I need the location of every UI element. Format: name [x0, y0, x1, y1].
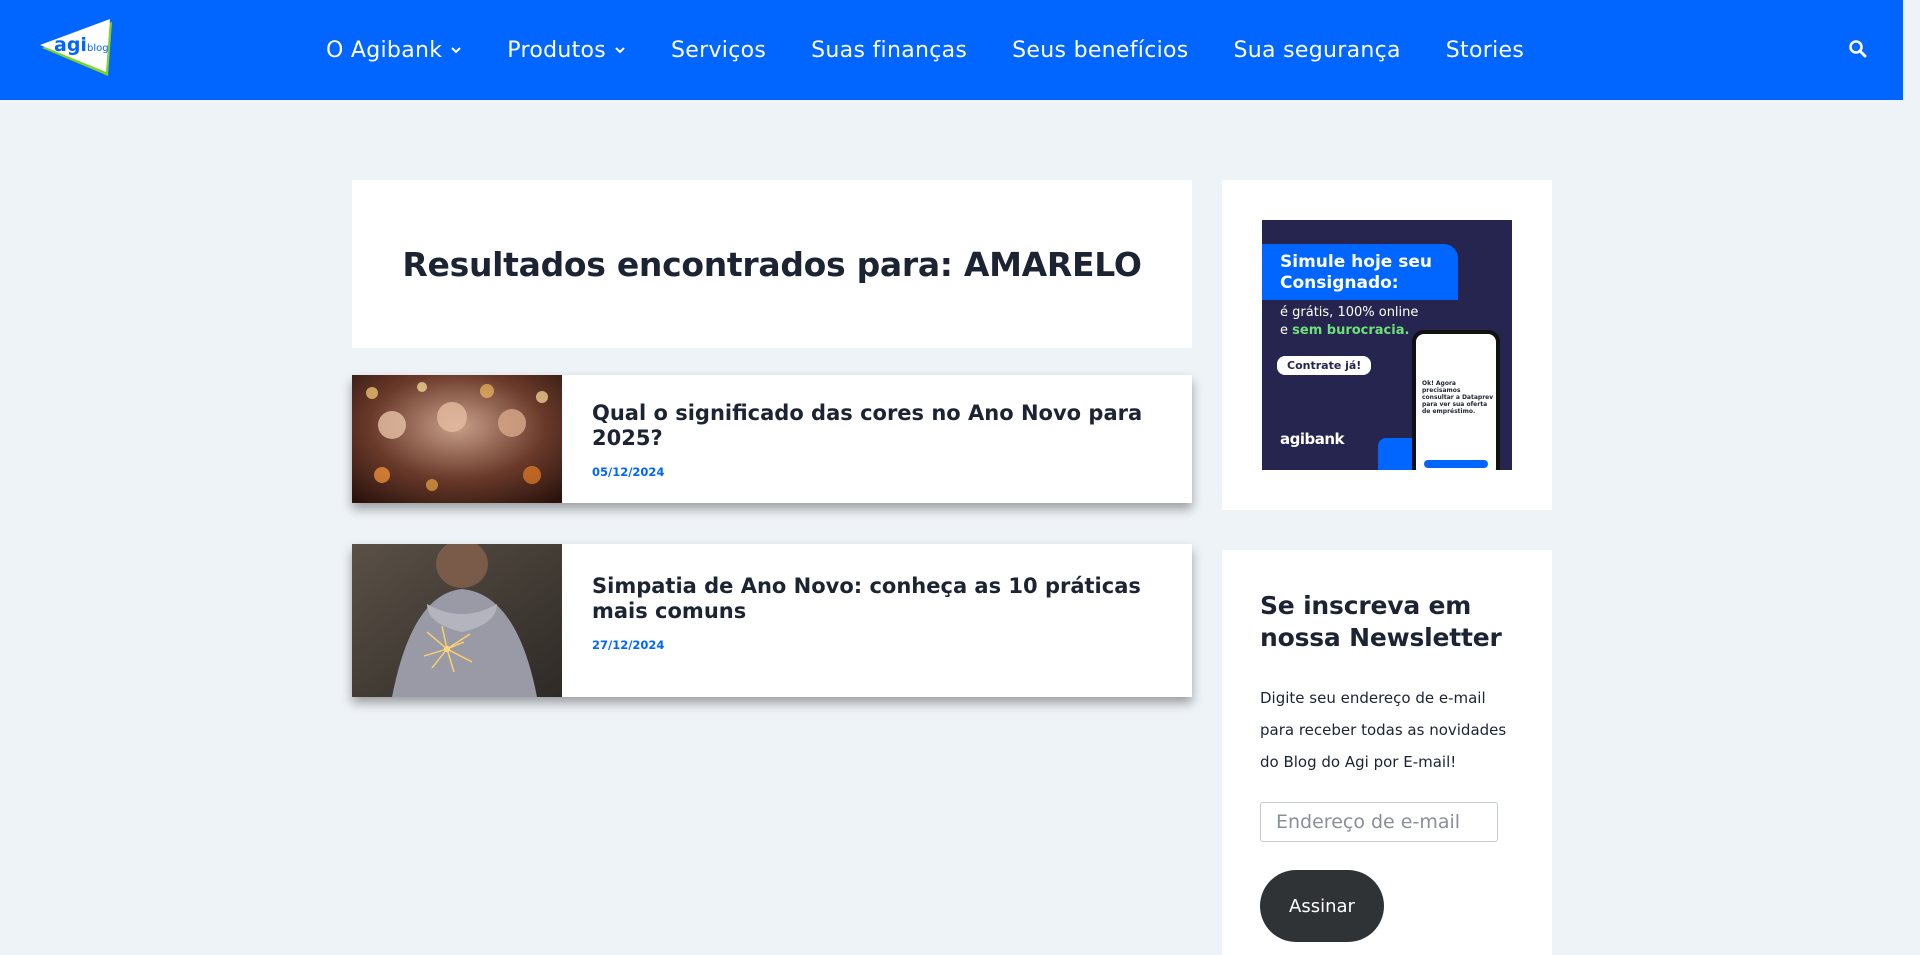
nav-item-sua-seguranca[interactable]: Sua segurança	[1234, 38, 1401, 63]
chevron-down-icon	[615, 47, 625, 54]
nav-item-servicos[interactable]: Serviços	[671, 38, 766, 63]
page-scrollbar-track[interactable]	[1903, 0, 1920, 955]
nav-item-label: Stories	[1445, 37, 1525, 63]
list-item: Simpatia de Ano Novo: conheça as 10 prát…	[352, 544, 1192, 697]
chevron-down-icon	[451, 47, 461, 54]
post-title-link[interactable]: Qual o significado das cores no Ano Novo…	[592, 401, 1162, 451]
nav-item-label: Suas finanças	[811, 37, 968, 63]
post-title-link[interactable]: Simpatia de Ano Novo: conheça as 10 prát…	[592, 574, 1162, 624]
nav-item-label: Produtos	[507, 37, 607, 63]
post-body: Simpatia de Ano Novo: conheça as 10 prát…	[562, 544, 1192, 697]
email-field[interactable]	[1260, 802, 1498, 842]
post-date: 27/12/2024	[592, 638, 665, 652]
main-nav: O Agibank Produtos Serviços Suas finança…	[326, 0, 1569, 100]
post-body: Qual o significado das cores no Ano Novo…	[562, 375, 1192, 503]
consignado-ad-banner[interactable]: Simule hoje seu Consignado: é grátis, 10…	[1262, 220, 1512, 470]
search-icon[interactable]	[1848, 39, 1868, 59]
svg-text:agi: agi	[54, 34, 87, 56]
post-date: 05/12/2024	[592, 465, 665, 479]
page-title: Resultados encontrados para: AMARELO	[402, 244, 1142, 284]
post-thumbnail[interactable]	[352, 375, 562, 503]
agibank-logo: agibank	[1280, 430, 1345, 448]
ad-cta-button[interactable]: Contrate já!	[1277, 356, 1372, 375]
nav-item-label: Seus benefícios	[1012, 37, 1189, 63]
ad-headline: Simule hoje seu Consignado:	[1262, 244, 1458, 300]
list-item: Qual o significado das cores no Ano Novo…	[352, 375, 1192, 503]
agiblog-logo[interactable]: agi blog	[38, 18, 118, 80]
svg-text:blog: blog	[87, 43, 109, 54]
post-thumbnail[interactable]	[352, 544, 562, 697]
nav-item-label: Sua segurança	[1233, 37, 1401, 63]
newsletter-description: Digite seu endereço de e-mail para receb…	[1260, 689, 1507, 771]
nav-item-label: O Agibank	[326, 37, 443, 63]
sidebar-ad-card: Simule hoje seu Consignado: é grátis, 10…	[1222, 180, 1552, 510]
nav-item-stories[interactable]: Stories	[1446, 38, 1524, 63]
phone-illustration: Ok! Agora precisamos consultar a Datapre…	[1412, 330, 1500, 470]
top-navbar: agi blog O Agibank Produtos Serviços Sua…	[0, 0, 1903, 100]
newsletter-title: Se inscreva em nossa Newsletter	[1260, 591, 1502, 652]
search-results-header: Resultados encontrados para: AMARELO	[352, 180, 1192, 348]
nav-item-seus-beneficios[interactable]: Seus benefícios	[1012, 38, 1188, 63]
nav-item-suas-financas[interactable]: Suas finanças	[811, 38, 967, 63]
subscribe-button[interactable]: Assinar	[1260, 870, 1384, 942]
newsletter-widget: Se inscreva em nossa Newsletter Digite s…	[1222, 550, 1552, 955]
nav-item-o-agibank[interactable]: O Agibank	[326, 38, 462, 63]
nav-item-label: Serviços	[671, 37, 767, 63]
nav-item-produtos[interactable]: Produtos	[507, 38, 626, 63]
